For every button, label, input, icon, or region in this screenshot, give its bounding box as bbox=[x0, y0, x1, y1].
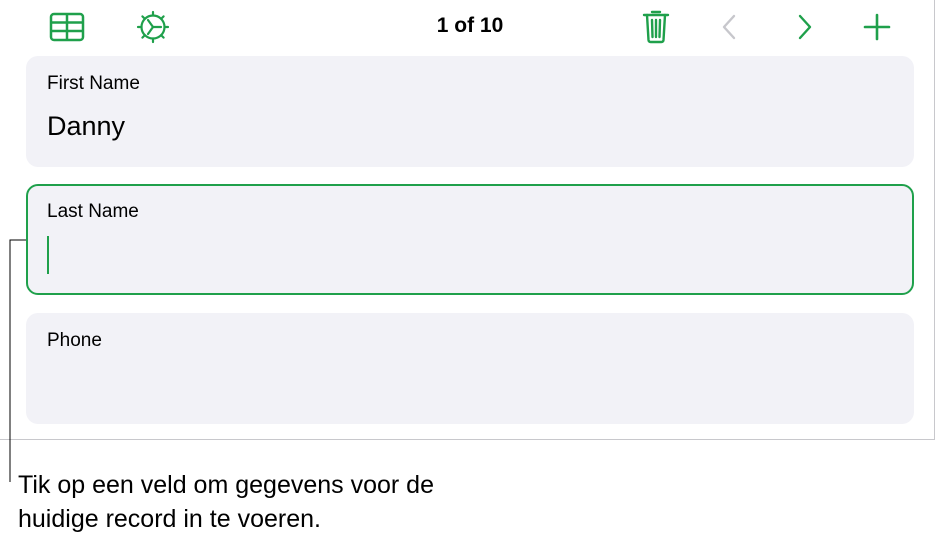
settings-button[interactable] bbox=[132, 6, 174, 48]
form-panel: 1 of 10 First Name Danny Last Name Phone bbox=[0, 0, 935, 440]
table-grid-icon bbox=[49, 12, 85, 42]
screenshot-stage: 1 of 10 First Name Danny Last Name Phone… bbox=[0, 0, 935, 539]
callout-line-1: Tik op een veld om gegevens voor de bbox=[18, 471, 434, 499]
text-cursor bbox=[47, 236, 49, 274]
first-name-field[interactable]: First Name Danny bbox=[26, 56, 914, 167]
last-name-field[interactable]: Last Name bbox=[26, 184, 914, 295]
field-label: Last Name bbox=[47, 201, 139, 222]
callout-line-2: huidige record in te voeren. bbox=[18, 505, 321, 533]
field-value: Danny bbox=[47, 111, 126, 141]
next-record-button[interactable] bbox=[788, 8, 822, 46]
field-label: First Name bbox=[47, 73, 140, 94]
trash-icon bbox=[642, 10, 670, 44]
plus-icon bbox=[863, 13, 891, 41]
phone-field[interactable]: Phone bbox=[26, 313, 914, 424]
previous-record-button[interactable] bbox=[712, 8, 746, 46]
add-record-button[interactable] bbox=[858, 8, 896, 46]
callout-text: Tik op een veld om gegevens voor de huid… bbox=[18, 468, 538, 536]
chevron-right-icon bbox=[798, 14, 812, 40]
table-view-button[interactable] bbox=[46, 8, 88, 46]
gear-icon bbox=[136, 10, 170, 44]
delete-record-button[interactable] bbox=[638, 6, 674, 46]
chevron-left-icon bbox=[722, 14, 736, 40]
record-counter: 1 of 10 bbox=[436, 14, 504, 37]
field-label: Phone bbox=[47, 330, 102, 351]
